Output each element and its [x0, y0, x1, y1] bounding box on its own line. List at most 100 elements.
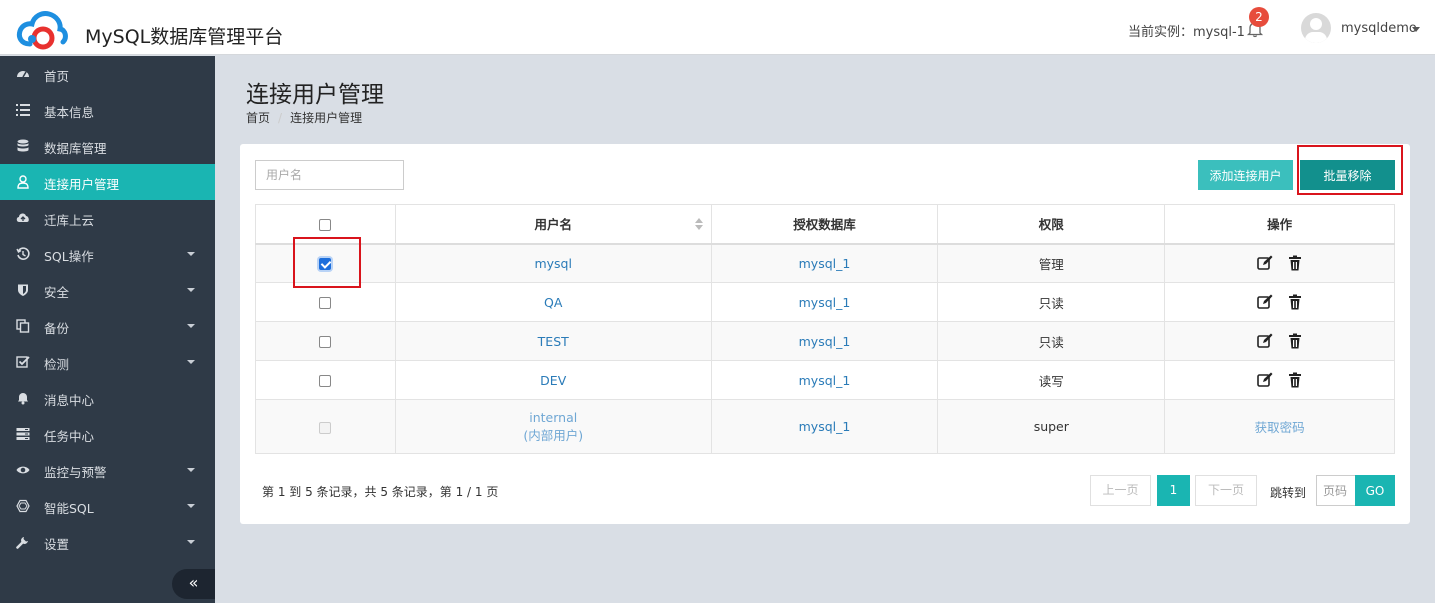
chevron-down-icon — [187, 360, 195, 364]
sidebar-item-basic-info[interactable]: 基本信息 — [0, 92, 215, 128]
users-table: 用户名 授权数据库 权限 操作 mysql mysql_1 管理 QA mysq… — [255, 204, 1395, 454]
username-cell: QA — [394, 282, 712, 322]
username-note: (内部用户) — [523, 427, 584, 443]
username-cell: internal (内部用户) — [394, 399, 712, 454]
permission-cell: super — [937, 399, 1166, 454]
edit-icon[interactable] — [1256, 293, 1274, 311]
sidebar-item-sql-ops[interactable]: SQL操作 — [0, 236, 215, 272]
username-link[interactable]: TEST — [538, 334, 569, 349]
database-cell: mysql_1 — [710, 399, 939, 454]
breadcrumb-current: 连接用户管理 — [290, 111, 363, 125]
database-link[interactable]: mysql_1 — [799, 419, 851, 434]
sidebar-item-label: 监控与预警 — [44, 465, 107, 480]
wrench-icon — [16, 537, 28, 549]
column-header-username[interactable]: 用户名 — [394, 204, 712, 245]
actions-cell — [1164, 243, 1395, 283]
user-list-panel: 添加连接用户 批量移除 用户名 授权数据库 权限 操作 mysql mysql_… — [240, 144, 1410, 524]
database-link[interactable]: mysql_1 — [799, 373, 851, 388]
username[interactable]: mysqldemo — [1341, 21, 1417, 36]
current-instance[interactable]: 当前实例：mysql-1 — [1128, 21, 1245, 40]
row-checkbox[interactable] — [319, 336, 332, 348]
database-cell: mysql_1 — [710, 282, 939, 322]
edit-icon[interactable] — [1256, 332, 1274, 350]
sidebar-item-messages[interactable]: 消息中心 — [0, 380, 215, 416]
sidebar-item-detection[interactable]: 检测 — [0, 344, 215, 380]
username-search-input[interactable] — [255, 160, 404, 190]
actions-cell — [1164, 360, 1395, 400]
shield-icon — [18, 284, 28, 296]
sidebar-item-label: 智能SQL — [44, 501, 94, 516]
chevron-down-icon[interactable] — [1412, 27, 1420, 32]
username-link[interactable]: internal — [396, 410, 711, 425]
username-link[interactable]: mysql — [534, 256, 572, 271]
sidebar-item-cloud-migration[interactable]: 迁库上云 — [0, 200, 215, 236]
sidebar: 首页 基本信息 数据库管理 连接用户管理 迁库上云 SQL操作 安全 备份 检测… — [0, 56, 215, 603]
page-button-current[interactable]: 1 — [1157, 475, 1190, 506]
list-icon — [16, 104, 30, 116]
app-title: MySQL数据库管理平台 — [85, 26, 284, 48]
trash-icon[interactable] — [1286, 332, 1304, 350]
top-header: MySQL数据库管理平台 当前实例：mysql-1 2 mysqldemo — [0, 0, 1435, 55]
table-row: QA mysql_1 只读 — [255, 282, 1395, 322]
get-password-link[interactable]: 获取密码 — [1255, 420, 1305, 435]
notification-badge[interactable]: 2 — [1249, 7, 1269, 27]
database-link[interactable]: mysql_1 — [799, 256, 851, 271]
trash-icon[interactable] — [1286, 371, 1304, 389]
cloud-logo-icon — [16, 11, 68, 50]
row-checkbox[interactable] — [319, 258, 332, 271]
add-user-button[interactable]: 添加连接用户 — [1198, 160, 1293, 190]
row-checkbox[interactable] — [319, 297, 332, 309]
sidebar-item-settings[interactable]: 设置 — [0, 524, 215, 560]
sidebar-item-connection-users[interactable]: 连接用户管理 — [0, 164, 215, 200]
breadcrumb: 首页 / 连接用户管理 — [246, 109, 362, 126]
breadcrumb-home[interactable]: 首页 — [246, 111, 270, 125]
chevron-down-icon — [187, 324, 195, 328]
trash-icon[interactable] — [1286, 293, 1304, 311]
pagination-info: 第 1 到 5 条记录，共 5 条记录，第 1 / 1 页 — [262, 485, 499, 499]
select-all-cell — [255, 204, 396, 245]
chevron-down-icon — [187, 288, 195, 292]
edit-icon[interactable] — [1256, 254, 1274, 272]
actions-cell — [1164, 282, 1395, 322]
copy-icon — [16, 319, 30, 333]
row-select-cell — [255, 399, 396, 454]
page-title: 连接用户管理 — [246, 82, 384, 108]
sidebar-item-security[interactable]: 安全 — [0, 272, 215, 308]
chevron-down-icon — [187, 540, 195, 544]
sidebar-item-monitoring[interactable]: 监控与预警 — [0, 452, 215, 488]
sidebar-item-database[interactable]: 数据库管理 — [0, 128, 215, 164]
batch-remove-button[interactable]: 批量移除 — [1300, 160, 1395, 190]
go-button[interactable]: GO — [1355, 475, 1395, 506]
sidebar-item-backup[interactable]: 备份 — [0, 308, 215, 344]
sidebar-collapse-button[interactable]: « — [172, 569, 215, 599]
trash-icon[interactable] — [1286, 254, 1304, 272]
page-number-input[interactable] — [1316, 475, 1356, 506]
column-header-database: 授权数据库 — [710, 204, 939, 245]
username-cell: mysql — [394, 243, 712, 283]
username-cell: TEST — [394, 321, 712, 361]
eye-icon — [16, 466, 30, 474]
jump-to-label: 跳转到 — [1270, 486, 1307, 500]
sidebar-item-label: 消息中心 — [44, 393, 95, 408]
table-row: TEST mysql_1 只读 — [255, 321, 1395, 361]
username-link[interactable]: DEV — [540, 373, 566, 388]
history-icon — [16, 247, 30, 260]
row-select-cell — [255, 321, 396, 361]
avatar[interactable] — [1301, 13, 1331, 43]
prev-page-button[interactable]: 上一页 — [1090, 475, 1151, 506]
sidebar-item-label: 任务中心 — [44, 429, 95, 444]
sidebar-item-smart-sql[interactable]: 智能SQL — [0, 488, 215, 524]
select-all-checkbox[interactable] — [319, 218, 332, 231]
sidebar-item-home[interactable]: 首页 — [0, 56, 215, 92]
database-link[interactable]: mysql_1 — [799, 295, 851, 310]
edit-icon[interactable] — [1256, 371, 1274, 389]
sidebar-item-tasks[interactable]: 任务中心 — [0, 416, 215, 452]
database-link[interactable]: mysql_1 — [799, 334, 851, 349]
next-page-button[interactable]: 下一页 — [1195, 475, 1257, 506]
permission-cell: 管理 — [937, 243, 1166, 283]
sort-icon[interactable] — [694, 218, 703, 230]
username-link[interactable]: QA — [544, 295, 562, 310]
row-checkbox[interactable] — [319, 375, 332, 387]
sidebar-item-label: 首页 — [44, 69, 70, 84]
database-cell: mysql_1 — [710, 321, 939, 361]
